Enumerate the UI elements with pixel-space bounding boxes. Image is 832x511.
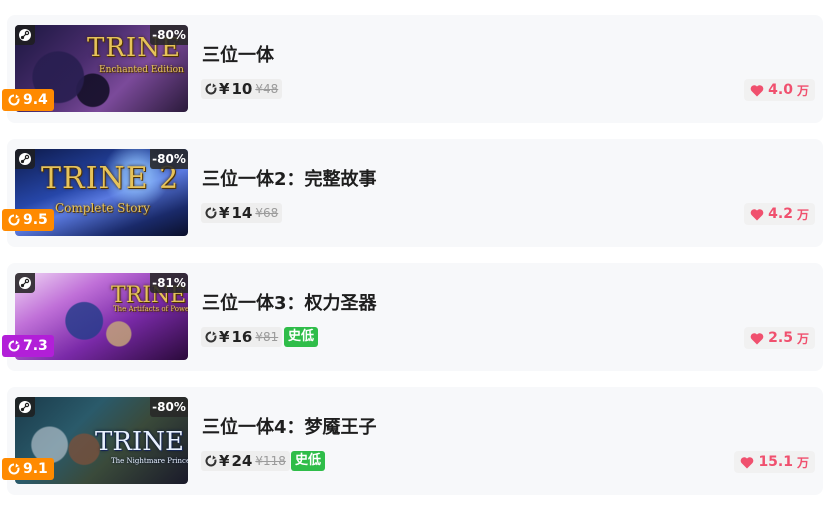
game-card[interactable]: TRINE 2 Complete Story -80% 9.5 三位一体2：完整… xyxy=(2,139,823,247)
heart-icon xyxy=(750,332,764,344)
likes-unit: 万 xyxy=(796,83,809,98)
currency-symbol: ¥ xyxy=(219,204,230,222)
game-card[interactable]: TRINE 3 The Artifacts of Power -81% 7.3 … xyxy=(2,263,823,371)
cover-logo: TRINE 4 xyxy=(95,427,188,457)
game-title[interactable]: 三位一体2：完整故事 xyxy=(202,165,377,191)
game-title[interactable]: 三位一体3：权力圣器 xyxy=(202,289,377,315)
original-price: ¥48 xyxy=(255,82,279,96)
like-button[interactable]: 2.5 万 xyxy=(744,327,815,349)
currency-symbol: ¥ xyxy=(219,452,230,470)
score-value: 7.3 xyxy=(23,338,48,354)
discount-badge: -80% xyxy=(150,25,188,45)
refresh-icon xyxy=(8,214,20,226)
heart-icon xyxy=(750,84,764,96)
steam-icon xyxy=(15,149,35,169)
like-button[interactable]: 15.1 万 xyxy=(734,451,815,473)
steam-icon xyxy=(15,397,35,417)
likes-count: 4.2 xyxy=(768,206,793,222)
steam-icon xyxy=(15,25,35,45)
current-price: 10 xyxy=(231,80,253,98)
current-price: 24 xyxy=(231,452,253,470)
likes-unit: 万 xyxy=(796,331,809,346)
score-badge: 9.5 xyxy=(2,209,54,231)
game-card[interactable]: TRINE Enchanted Edition -80% 9.4 三位一体 ¥ … xyxy=(2,15,823,123)
cover-subtitle: The Nightmare Prince xyxy=(111,457,188,465)
game-title[interactable]: 三位一体4：梦魇王子 xyxy=(202,413,377,439)
historic-low-tag: 史低 xyxy=(291,451,326,471)
like-button[interactable]: 4.0 万 xyxy=(744,79,815,101)
steam-icon xyxy=(15,273,35,293)
refresh-icon xyxy=(205,83,217,95)
refresh-icon xyxy=(205,331,217,343)
discount-badge: -80% xyxy=(150,397,188,417)
cover-subtitle: The Artifacts of Power xyxy=(113,305,188,313)
likes-count: 15.1 xyxy=(758,454,793,470)
heart-icon xyxy=(741,456,754,468)
price-box: ¥ 16 ¥81 xyxy=(201,327,283,347)
score-value: 9.5 xyxy=(23,212,48,228)
discount-badge: -80% xyxy=(150,149,188,169)
score-value: 9.4 xyxy=(23,92,48,108)
score-badge: 9.1 xyxy=(2,458,54,480)
price-box: ¥ 24 ¥118 xyxy=(201,451,290,471)
score-badge: 9.4 xyxy=(2,89,54,111)
currency-symbol: ¥ xyxy=(219,80,230,98)
likes-count: 4.0 xyxy=(768,82,793,98)
refresh-icon xyxy=(8,94,20,106)
refresh-icon xyxy=(8,463,20,475)
game-card[interactable]: TRINE 4 The Nightmare Prince -80% 9.1 三位… xyxy=(2,387,823,495)
game-title[interactable]: 三位一体 xyxy=(202,41,274,67)
likes-count: 2.5 xyxy=(768,330,793,346)
current-price: 16 xyxy=(231,328,253,346)
price-box: ¥ 14 ¥68 xyxy=(201,203,283,223)
like-button[interactable]: 4.2 万 xyxy=(744,203,815,225)
original-price: ¥81 xyxy=(255,330,279,344)
discount-badge: -81% xyxy=(150,273,188,293)
score-badge: 7.3 xyxy=(2,335,54,357)
heart-icon xyxy=(750,208,764,220)
score-value: 9.1 xyxy=(23,461,48,477)
refresh-icon xyxy=(8,340,20,352)
current-price: 14 xyxy=(231,204,253,222)
price-box: ¥ 10 ¥48 xyxy=(201,79,283,99)
refresh-icon xyxy=(205,455,217,467)
original-price: ¥68 xyxy=(255,206,279,220)
likes-unit: 万 xyxy=(796,207,809,222)
currency-symbol: ¥ xyxy=(219,328,230,346)
cover-subtitle: Enchanted Edition xyxy=(99,65,184,75)
original-price: ¥118 xyxy=(255,454,286,468)
historic-low-tag: 史低 xyxy=(284,327,319,347)
likes-unit: 万 xyxy=(796,455,809,470)
refresh-icon xyxy=(205,207,217,219)
cover-subtitle: Complete Story xyxy=(55,201,150,215)
